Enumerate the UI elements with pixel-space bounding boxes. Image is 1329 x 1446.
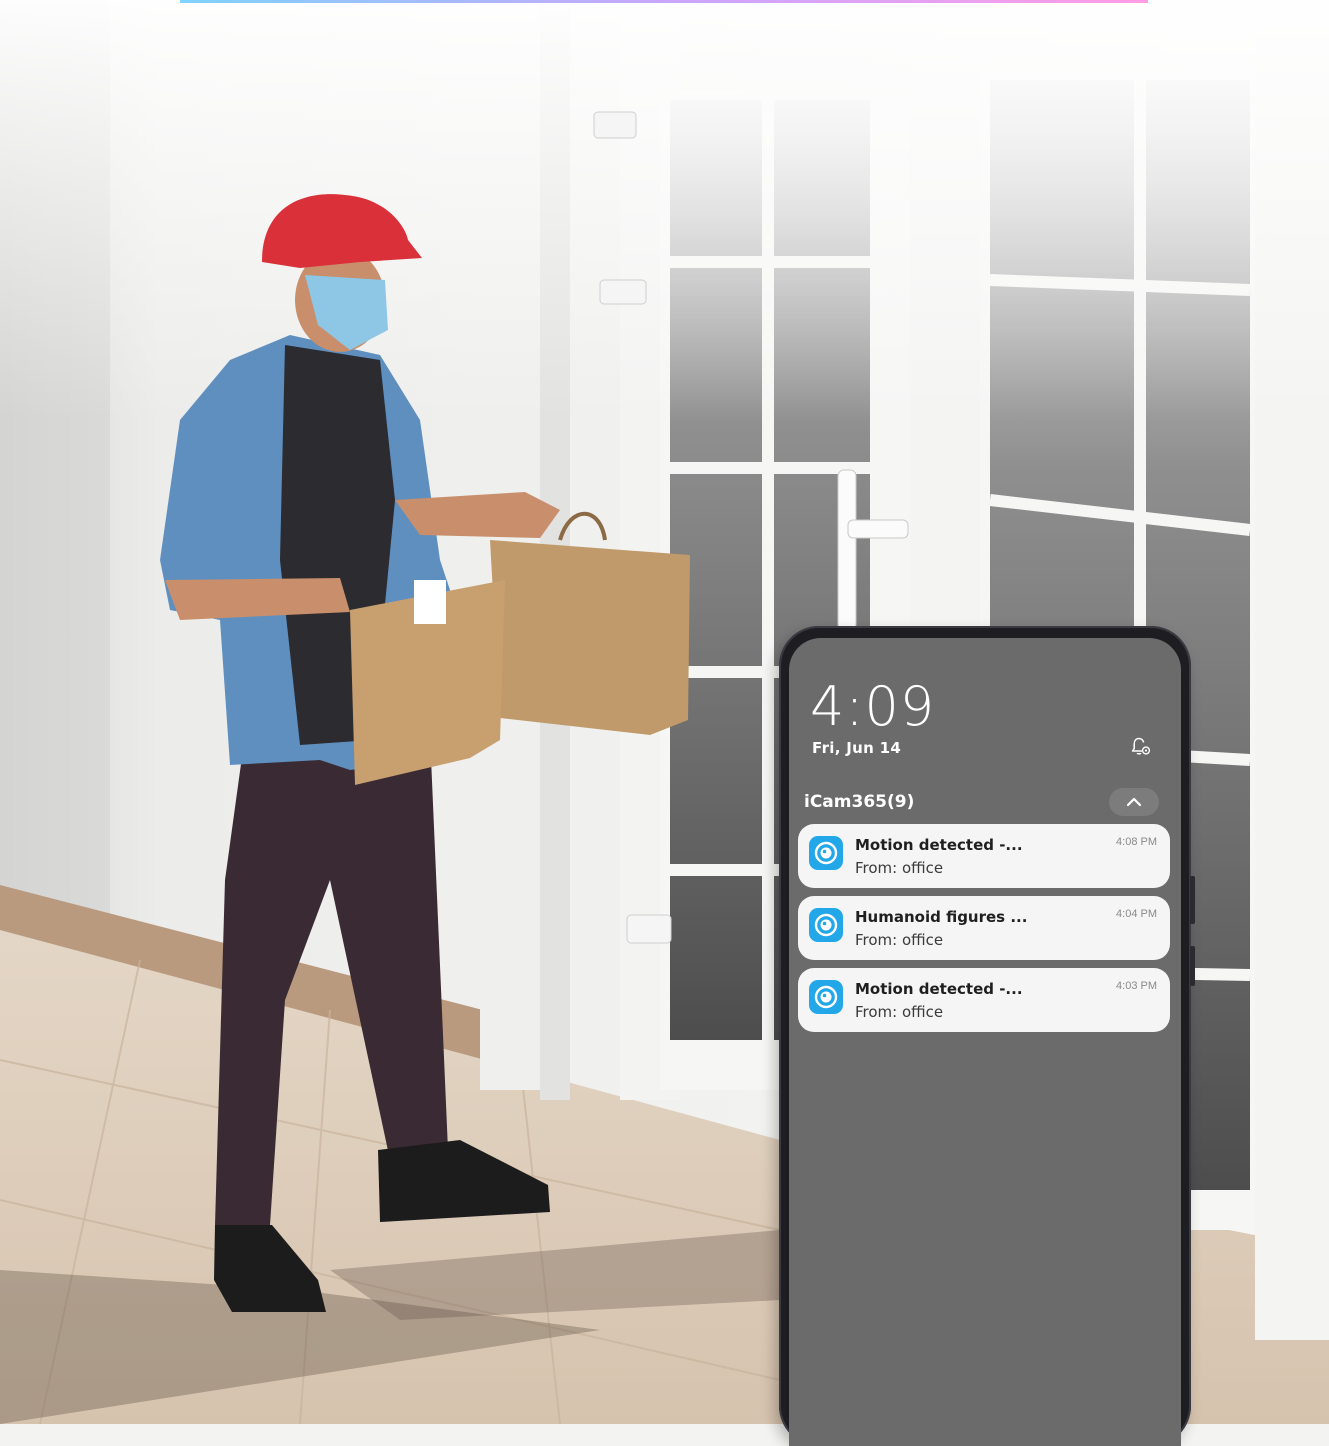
- lockscreen-date: Fri, Jun 14: [812, 739, 902, 757]
- notification-subtitle: From: office: [855, 931, 944, 949]
- smartphone: 4:09 Fri, Jun 14 iCam365(9) Motion detec: [779, 626, 1195, 1446]
- power-button: [1190, 946, 1195, 986]
- camera-lens-icon: [809, 836, 843, 870]
- notification-subtitle: From: office: [855, 859, 944, 877]
- notification-time: 4:03 PM: [1116, 980, 1157, 992]
- notification-title: Motion detected -...: [855, 980, 1023, 998]
- volume-button: [1190, 876, 1195, 924]
- notification-time: 4:08 PM: [1116, 836, 1157, 848]
- bell-gear-icon[interactable]: [1129, 735, 1153, 759]
- notification-group-title: iCam365(9): [804, 792, 915, 812]
- collapse-group-button[interactable]: [1109, 788, 1159, 816]
- camera-lens-icon: [809, 908, 843, 942]
- notification-card[interactable]: Motion detected -... From: office 4:08 P…: [798, 824, 1170, 888]
- notification-card[interactable]: Motion detected -... From: office 4:03 P…: [798, 968, 1170, 1032]
- lockscreen-clock: 4:09: [810, 675, 936, 738]
- camera-lens-icon: [809, 980, 843, 1014]
- notification-time: 4:04 PM: [1116, 908, 1157, 920]
- chevron-up-icon: [1126, 797, 1142, 807]
- notification-list: Motion detected -... From: office 4:08 P…: [798, 824, 1170, 1040]
- notification-subtitle: From: office: [855, 1003, 944, 1021]
- notification-title: Motion detected -...: [855, 836, 1023, 854]
- notification-card[interactable]: Humanoid figures ... From: office 4:04 P…: [798, 896, 1170, 960]
- lock-screen: 4:09 Fri, Jun 14 iCam365(9) Motion detec: [789, 638, 1181, 1446]
- notification-title: Humanoid figures ...: [855, 908, 1028, 926]
- top-accent-strip: [180, 0, 1148, 3]
